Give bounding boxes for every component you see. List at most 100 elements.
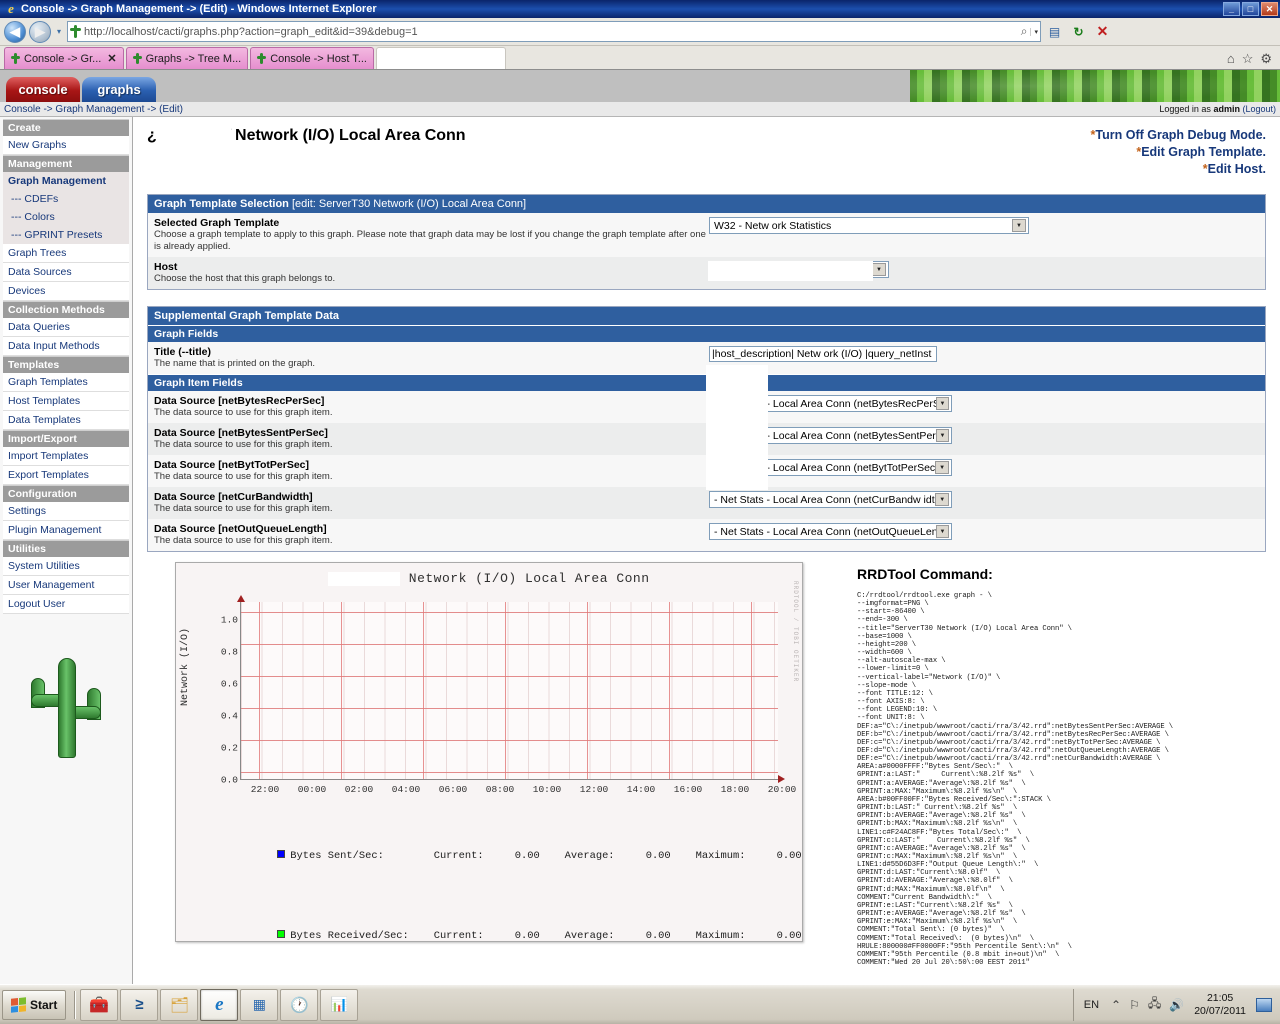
cacti-main-tabs: console graphs (6, 77, 156, 102)
sidebar-item-devices[interactable]: Devices (3, 282, 129, 301)
sidebar-item-graph-templates[interactable]: Graph Templates (3, 373, 129, 392)
volume-icon[interactable]: 🔊 (1169, 998, 1184, 1012)
breadcrumb-bar: Console -> Graph Management -> (Edit) Lo… (0, 102, 1280, 117)
action-center-flag-icon[interactable]: ⚐ (1129, 998, 1140, 1012)
link-label[interactable]: Edit Graph Template. (1141, 145, 1266, 159)
edit-graph-template-link[interactable]: *Edit Graph Template. (1091, 144, 1266, 161)
browser-tab-0[interactable]: Console -> Gr... ✕ (4, 47, 124, 69)
sidebar-item-cdefs[interactable]: --- CDEFs (3, 190, 129, 208)
toggle-graph-debug-mode-link[interactable]: *Turn Off Graph Debug Mode. (1091, 127, 1266, 144)
close-button[interactable]: ✕ (1261, 2, 1278, 16)
sidebar-item-system-utilities[interactable]: System Utilities (3, 557, 129, 576)
sidebar-item-graph-management[interactable]: Graph Management (3, 172, 129, 190)
sidebar-item-host-templates[interactable]: Host Templates (3, 392, 129, 411)
language-indicator[interactable]: EN (1080, 999, 1103, 1011)
sidebar-item-colors[interactable]: --- Colors (3, 208, 129, 226)
start-button[interactable]: Start (2, 989, 67, 1020)
sidebar-item-new-graphs[interactable]: New Graphs (3, 136, 129, 155)
taskbar-task-manager-icon[interactable]: 📊 (320, 988, 359, 1021)
show-hidden-icons-chevron-icon[interactable]: ⌃ (1111, 998, 1121, 1012)
field-description: The data source to use for this graph it… (154, 439, 333, 450)
clock[interactable]: 21:05 20/07/2011 (1192, 992, 1248, 1018)
form-row-data-source-4: Data Source [netOutQueueLength] The data… (148, 519, 1265, 551)
taskbar-internet-explorer-icon[interactable]: e (200, 988, 239, 1021)
home-icon[interactable]: ⌂ (1227, 51, 1235, 67)
form-row-selected-graph-template: Selected Graph Template Choose a graph t… (148, 213, 1265, 257)
sidebar-header-create: Create (3, 119, 129, 136)
chevron-down-icon[interactable]: ▼ (935, 493, 949, 506)
taskbar-explorer-icon[interactable]: 🗂 (160, 988, 199, 1021)
graph-template-select[interactable]: W32 - Netw ork Statistics ▼ (709, 217, 1029, 234)
tab-console[interactable]: console (6, 77, 80, 102)
breadcrumb[interactable]: Console -> Graph Management -> (Edit) (4, 104, 183, 115)
chevron-down-icon[interactable]: ▼ (872, 263, 886, 276)
sidebar-item-plugin-management[interactable]: Plugin Management (3, 521, 129, 540)
x-axis-arrow (778, 775, 785, 783)
tab-close-icon[interactable]: ✕ (107, 52, 116, 65)
refresh-icon[interactable]: ↻ (1068, 21, 1089, 42)
sidebar-item-data-sources[interactable]: Data Sources (3, 263, 129, 282)
window-controls: _ □ ✕ (1223, 2, 1278, 16)
link-label[interactable]: Edit Host. (1208, 162, 1266, 176)
sidebar-item-gprint-presets[interactable]: --- GPRINT Presets (3, 226, 129, 244)
history-dropdown-icon[interactable]: ▾ (54, 27, 64, 36)
sidebar-item-graph-trees[interactable]: Graph Trees (3, 244, 129, 263)
chevron-down-icon[interactable]: ▼ (935, 525, 949, 538)
field-label: Title (--title) (154, 346, 211, 358)
sidebar-item-import-templates[interactable]: Import Templates (3, 447, 129, 466)
sidebar-item-data-templates[interactable]: Data Templates (3, 411, 129, 430)
windows-logo-icon (11, 996, 26, 1013)
data-source-select-value: - Net Stats - Local Area Conn (netOutQue… (714, 525, 936, 538)
stop-icon[interactable]: ✕ (1092, 21, 1113, 42)
legend-text: Bytes Sent/Sec: Current: 0.00 Average: 0… (290, 850, 802, 862)
network-icon[interactable]: 🖧 (1148, 994, 1161, 1015)
grid-major (241, 602, 778, 779)
minimize-button[interactable]: _ (1223, 2, 1240, 16)
logout-link[interactable]: (Logout) (1242, 104, 1276, 114)
edit-host-link[interactable]: *Edit Host. (1091, 161, 1266, 178)
sidebar-item-user-management[interactable]: User Management (3, 576, 129, 595)
data-source-select-4[interactable]: - Net Stats - Local Area Conn (netOutQue… (709, 523, 952, 540)
browser-tab-2[interactable]: Console -> Host T... (250, 47, 374, 69)
search-dropdown-icon[interactable]: ▾ (1030, 27, 1038, 36)
forward-button[interactable]: ▶ (29, 20, 51, 43)
data-source-select-3[interactable]: - Net Stats - Local Area Conn (netCurBan… (709, 491, 952, 508)
back-button[interactable]: ◀ (4, 20, 26, 43)
cacti-logo-wrap (3, 614, 129, 762)
browser-tab-1[interactable]: Graphs -> Tree M... (125, 47, 249, 69)
plot-area-wrap: Network (I/O) 0.0 0.2 0.4 0.6 0.8 1.0 22… (176, 594, 802, 795)
sidebar-item-export-templates[interactable]: Export Templates (3, 466, 129, 485)
taskbar-control-panel-icon[interactable]: ▦ (240, 988, 279, 1021)
sidebar-item-data-input-methods[interactable]: Data Input Methods (3, 337, 129, 356)
login-user: admin (1213, 104, 1240, 114)
sidebar-item-data-queries[interactable]: Data Queries (3, 318, 129, 337)
page-action-links: *Turn Off Graph Debug Mode. *Edit Graph … (1091, 127, 1266, 178)
show-desktop-button[interactable] (1256, 997, 1272, 1012)
maximize-button[interactable]: □ (1242, 2, 1259, 16)
title-input[interactable] (709, 346, 937, 362)
y-axis-arrow (237, 595, 245, 602)
y-axis-ticks: 0.0 0.2 0.4 0.6 0.8 1.0 (198, 594, 238, 794)
chevron-down-icon[interactable]: ▼ (936, 429, 949, 442)
y-tick: 0.4 (220, 710, 238, 722)
tab-graphs[interactable]: graphs (82, 77, 156, 102)
tools-gear-icon[interactable]: ⚙ (1260, 51, 1272, 67)
chevron-down-icon[interactable]: ▼ (935, 461, 949, 474)
sidebar-item-logout-user[interactable]: Logout User (3, 595, 129, 614)
sidebar-item-settings[interactable]: Settings (3, 502, 129, 521)
link-label[interactable]: Turn Off Graph Debug Mode. (1095, 128, 1266, 142)
section-title-text: Graph Template Selection (154, 198, 289, 210)
chevron-down-icon[interactable]: ▼ (935, 397, 949, 410)
browser-command-icons: ⌂ ☆ ⚙ (1227, 51, 1280, 69)
taskbar-toolbox-icon[interactable]: 🧰 (80, 988, 119, 1021)
taskbar-clock-app-icon[interactable]: 🕐 (280, 988, 319, 1021)
compatibility-view-icon[interactable]: ▤ (1044, 21, 1065, 42)
favorites-icon[interactable]: ☆ (1242, 51, 1254, 67)
address-bar[interactable]: http://localhost/cacti/graphs.php?action… (67, 21, 1041, 42)
chevron-down-icon[interactable]: ▼ (1012, 219, 1026, 232)
search-icon[interactable]: ⌕ (1021, 24, 1028, 39)
x-axis-ticks: 22:00 00:00 02:00 04:00 06:00 08:00 10:0… (240, 784, 797, 798)
new-tab-button[interactable] (375, 47, 506, 69)
site-favicon-cactus-icon (70, 25, 81, 38)
taskbar-powershell-icon[interactable]: ≥ (120, 988, 159, 1021)
